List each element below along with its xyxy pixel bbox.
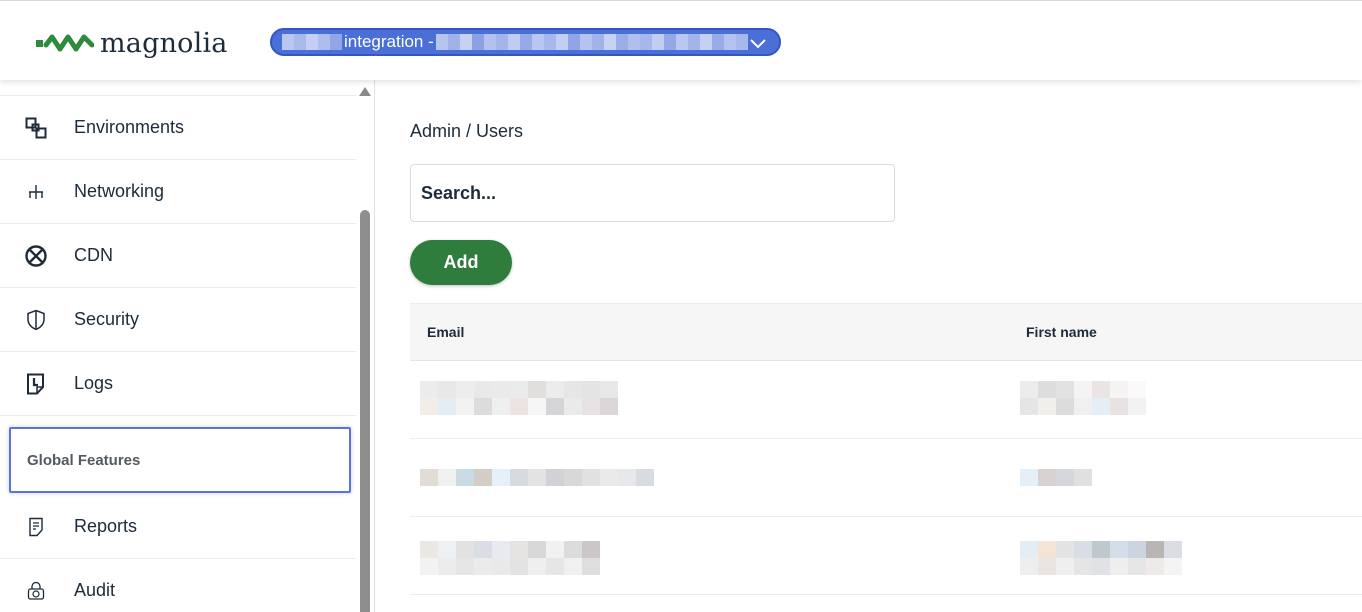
- sidebar: Environments Networking CDN Security Log…: [0, 80, 375, 612]
- table-row[interactable]: [410, 517, 1362, 595]
- cdn-icon: [24, 244, 48, 268]
- logs-icon: [24, 372, 48, 396]
- column-header-first-name[interactable]: First name: [1026, 324, 1097, 340]
- sidebar-item-environments[interactable]: Environments: [0, 96, 356, 160]
- environment-select[interactable]: integration -: [270, 28, 781, 56]
- sidebar-item-label: Audit: [74, 580, 116, 600]
- redacted-first-name: [1020, 469, 1092, 486]
- add-user-button[interactable]: Add: [410, 240, 512, 285]
- shield-icon: [24, 308, 48, 332]
- sidebar-section-label: Global Features: [27, 451, 141, 469]
- redacted-first-name: [1020, 381, 1146, 415]
- redacted-email: [420, 541, 600, 575]
- network-icon: [24, 180, 48, 204]
- magnolia-logo-icon: [36, 34, 94, 52]
- sidebar-scrollbar[interactable]: [358, 80, 372, 612]
- sidebar-item-label: Security: [74, 309, 140, 329]
- report-icon: [24, 515, 48, 539]
- sidebar-item-label: Networking: [74, 181, 165, 201]
- magnolia-logo[interactable]: magnolia: [36, 23, 228, 63]
- redacted-text: [282, 34, 342, 50]
- sidebar-item-label: Environments: [74, 117, 185, 137]
- scroll-up-arrow-icon[interactable]: [359, 87, 371, 96]
- table-row[interactable]: [410, 439, 1362, 517]
- top-header: magnolia integration -: [0, 0, 1362, 80]
- sidebar-item-label: Reports: [74, 516, 138, 536]
- chevron-down-icon[interactable]: [749, 34, 767, 52]
- logo-text: magnolia: [100, 27, 228, 59]
- redacted-email: [420, 381, 618, 415]
- sidebar-item-label: CDN: [74, 245, 113, 265]
- column-header-email[interactable]: Email: [427, 324, 464, 340]
- redacted-text: [435, 34, 748, 50]
- sidebar-item-reports[interactable]: Reports: [0, 495, 356, 559]
- users-table: Email First name: [410, 303, 1362, 595]
- table-row[interactable]: [410, 361, 1362, 439]
- redacted-email: [420, 469, 672, 486]
- sidebar-item-networking[interactable]: Networking: [0, 160, 356, 224]
- scrollbar-thumb[interactable]: [360, 210, 370, 612]
- sidebar-item-security[interactable]: Security: [0, 288, 356, 352]
- sidebar-item-label: Logs: [74, 373, 114, 393]
- redacted-first-name: [1020, 541, 1182, 575]
- main-content: Admin / Users Add Email First name: [376, 80, 1362, 612]
- table-header: Email First name: [410, 303, 1362, 361]
- search-input[interactable]: [410, 164, 895, 222]
- breadcrumb: Admin / Users: [410, 121, 524, 141]
- sidebar-item-audit[interactable]: Audit: [0, 559, 356, 612]
- audit-icon: [24, 579, 48, 603]
- environments-icon: [24, 116, 48, 140]
- sidebar-item-cdn[interactable]: CDN: [0, 224, 356, 288]
- sidebar-item-logs[interactable]: Logs: [0, 352, 356, 416]
- sidebar-section-global-features[interactable]: Global Features: [9, 427, 351, 493]
- environment-select-value: integration -: [344, 32, 434, 51]
